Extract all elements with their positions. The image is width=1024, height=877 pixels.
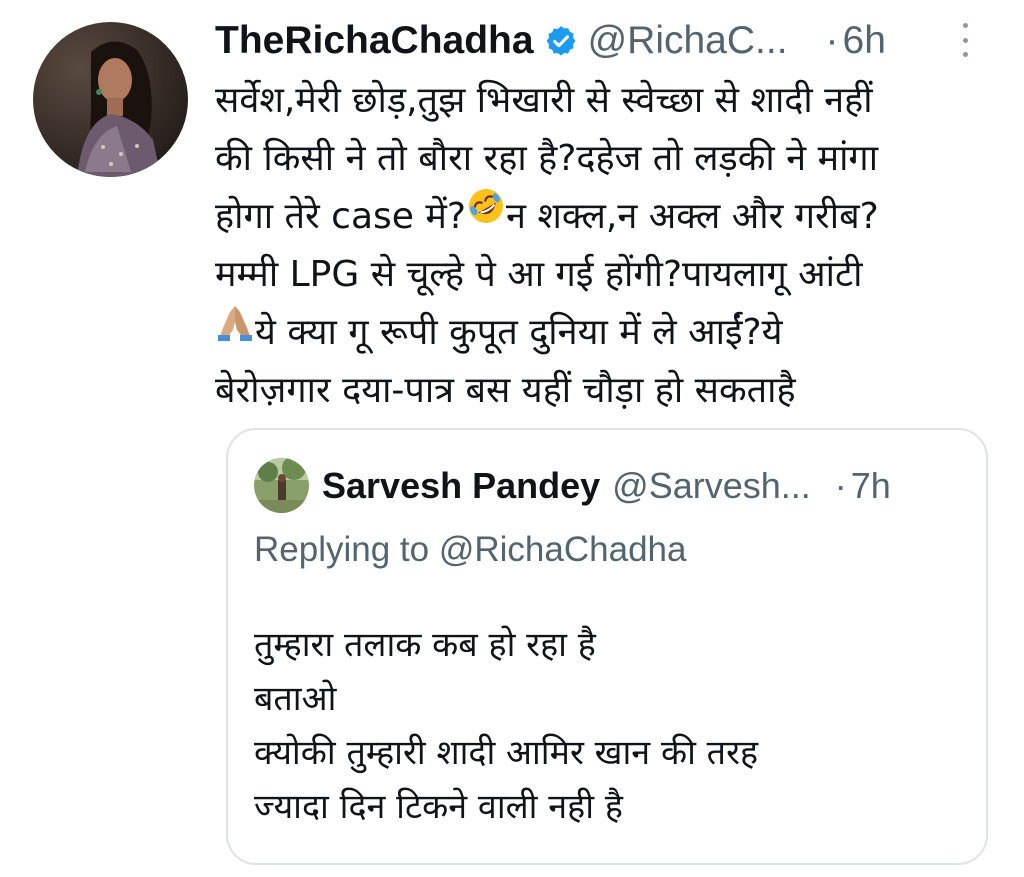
tweet-line-segment: न शक्ल,न अक्ल और गरीब? <box>506 196 879 237</box>
author-display-name[interactable]: TheRichaChadha <box>215 19 534 63</box>
quoted-tweet-card[interactable]: Sarvesh Pandey @Sarvesh... · 7h Replying… <box>226 428 988 865</box>
separator-dot: · <box>834 465 847 506</box>
tweet-line: होगा तेरे case में? न शक्ल,न अक्ल और गरी… <box>215 188 1005 246</box>
replying-to-line: Replying to @RichaChadha <box>254 530 686 570</box>
tweet-header: TheRichaChadha @RichaC... · 6h <box>215 12 1015 70</box>
tweet-line: मम्मी LPG से चूल्हे पे आ गई होंगी?पायलाग… <box>215 254 863 295</box>
tweet-line: बेरोज़गार दया-पात्र बस यहीं चौड़ा हो सकत… <box>215 370 796 411</box>
quoted-tweet-header: Sarvesh Pandey @Sarvesh... · 7h <box>322 464 891 508</box>
rolling-on-floor-laughing-emoji <box>466 186 506 244</box>
tweet-line-segment: होगा तेरे case में? <box>215 196 466 237</box>
folded-hands-emoji <box>215 302 255 360</box>
replying-to-mention[interactable]: @RichaChadha <box>439 530 687 569</box>
replying-to-label: Replying to <box>254 530 430 569</box>
quoted-tweet-line: क्योकी तुम्हारी शादी आमिर खान की तरह <box>254 733 759 773</box>
separator-dot: · <box>825 19 839 62</box>
quoted-author-handle[interactable]: @Sarvesh... <box>612 465 811 507</box>
quoted-tweet-line: बताओ <box>254 679 337 719</box>
author-avatar[interactable] <box>33 22 188 177</box>
tweet-line: की किसी ने तो बौरा रहा है?दहेज तो लड़की … <box>215 138 879 179</box>
tweet-text: सर्वेश,मेरी छोड़,तुझ भिखारी से स्वेच्छा … <box>215 72 1005 420</box>
quoted-tweet-text: तुम्हारा तलाक कब हो रहा है बताओ क्योकी त… <box>254 618 974 834</box>
quoted-author-display-name[interactable]: Sarvesh Pandey <box>322 465 600 507</box>
tweet-line: सर्वेश,मेरी छोड़,तुझ भिखारी से स्वेच्छा … <box>215 80 873 121</box>
quoted-tweet-timestamp[interactable]: 7h <box>851 465 891 507</box>
author-handle[interactable]: @RichaC... <box>588 19 788 63</box>
quoted-author-avatar[interactable] <box>254 458 309 513</box>
quoted-tweet-line: तुम्हारा तलाक कब हो रहा है <box>254 625 596 665</box>
quoted-tweet-line: ज्यादा दिन टिकने वाली नही है <box>254 787 623 827</box>
more-options-icon[interactable] <box>957 23 973 57</box>
tweet-line: ये क्या गू रूपी कुपूत दुनिया में ले आईं?… <box>215 304 1005 362</box>
tweet-line-segment: ये क्या गू रूपी कुपूत दुनिया में ले आईं?… <box>255 312 783 353</box>
verified-badge-icon <box>544 24 578 58</box>
tweet-timestamp[interactable]: 6h <box>843 19 886 63</box>
